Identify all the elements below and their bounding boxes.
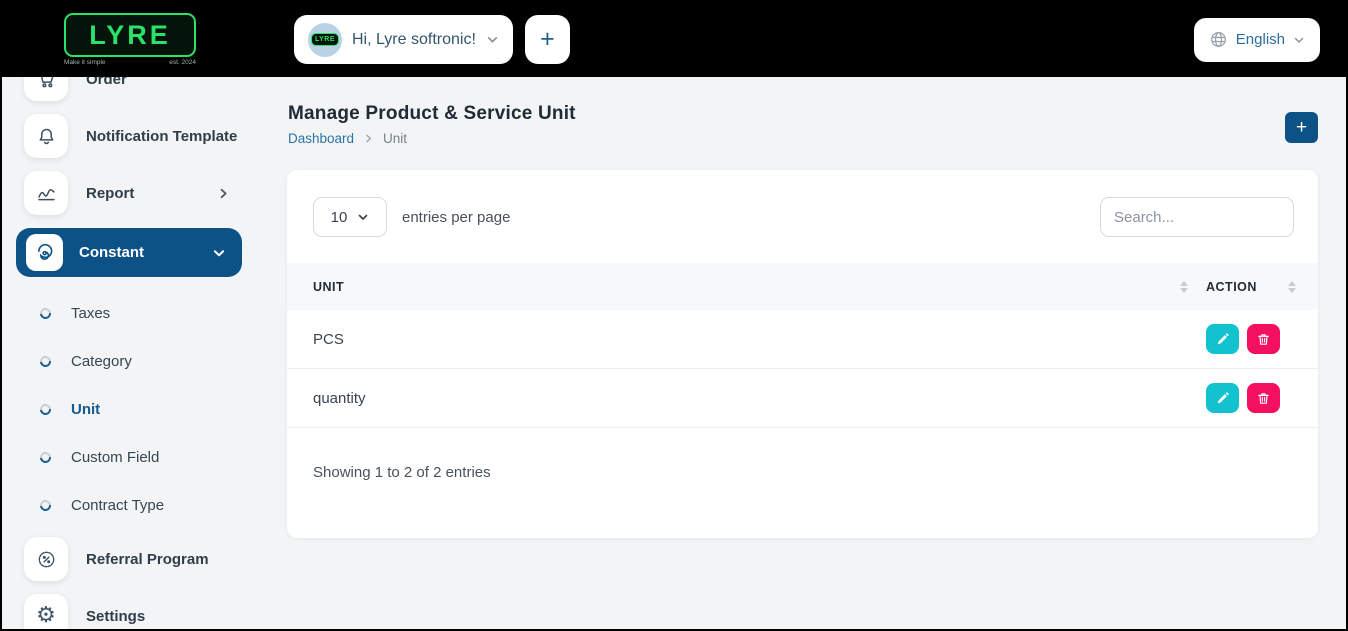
bullet-icon [38, 401, 53, 416]
constant-submenu: Taxes Category Unit Custom Field Contrac… [2, 289, 264, 529]
chevron-right-icon [217, 187, 230, 200]
chevron-down-icon [486, 33, 499, 46]
main-content: Manage Product & Service Unit Dashboard … [264, 77, 1346, 629]
sidebar-subitem-unit[interactable]: Unit [2, 385, 264, 433]
bell-icon [24, 114, 68, 158]
unit-cell: quantity [287, 390, 1206, 407]
bullet-icon [38, 305, 53, 320]
logo-box: LYRE [64, 13, 196, 57]
sidebar-item-label: Notification Template [86, 128, 237, 145]
sidebar-subitem-category[interactable]: Category [2, 337, 264, 385]
subitem-label: Custom Field [71, 449, 159, 466]
swirl-icon [26, 234, 63, 271]
action-cell [1206, 383, 1318, 413]
chevron-down-icon [1293, 34, 1305, 46]
avatar-logo-text: LYRE [311, 33, 339, 46]
app-window: LYRE Make it simple est. 2024 LYRE Hi, L… [0, 0, 1348, 631]
sidebar-item-label: Referral Program [86, 551, 209, 568]
chart-icon [24, 171, 68, 215]
sidebar-item-notification-template[interactable]: Notification Template [24, 114, 264, 158]
breadcrumb: Dashboard Unit [288, 131, 1346, 146]
add-unit-button[interactable]: + [1285, 112, 1318, 143]
chevron-down-icon [357, 211, 369, 223]
unit-cell: PCS [287, 331, 1206, 348]
quick-add-button[interactable]: + [525, 15, 570, 64]
delete-button[interactable] [1247, 383, 1280, 413]
entries-per-page-value: 10 [331, 209, 348, 226]
subitem-label: Unit [71, 401, 100, 418]
sidebar-subitem-contract-type[interactable]: Contract Type [2, 481, 264, 529]
user-menu[interactable]: LYRE Hi, Lyre softronic! [294, 15, 513, 64]
edit-button[interactable] [1206, 383, 1239, 413]
user-greeting: Hi, Lyre softronic! [352, 31, 476, 49]
sidebar-subitem-custom-field[interactable]: Custom Field [2, 433, 264, 481]
sidebar-subitem-taxes[interactable]: Taxes [2, 289, 264, 337]
pencil-icon [1215, 332, 1230, 347]
subitem-label: Taxes [71, 305, 110, 322]
entries-per-page-label: entries per page [402, 209, 510, 226]
table-controls: 10 entries per page [287, 170, 1318, 237]
breadcrumb-dashboard-link[interactable]: Dashboard [288, 131, 354, 146]
sidebar-item-label: Report [86, 185, 134, 202]
sidebar-item-constant[interactable]: Constant [16, 228, 242, 277]
subitem-label: Category [71, 353, 132, 370]
edit-button[interactable] [1206, 324, 1239, 354]
bullet-icon [38, 449, 53, 464]
language-selector[interactable]: English [1194, 18, 1320, 62]
table-info: Showing 1 to 2 of 2 entries [287, 428, 1318, 481]
sort-icon[interactable] [1180, 281, 1188, 293]
unit-column-header[interactable]: UNIT [313, 280, 344, 294]
sidebar: Order Notification Template Report [2, 77, 264, 629]
logo-tagline: Make it simple [64, 59, 106, 66]
unit-table-card: 10 entries per page UNIT ACTION [287, 170, 1318, 538]
search-input[interactable] [1100, 197, 1294, 237]
sidebar-item-label: Settings [86, 608, 145, 625]
cart-icon [24, 77, 68, 101]
gear-icon [24, 594, 68, 629]
trash-icon [1256, 391, 1271, 406]
topbar: LYRE Make it simple est. 2024 LYRE Hi, L… [2, 2, 1346, 77]
breadcrumb-separator-icon [363, 133, 374, 144]
sidebar-item-report[interactable]: Report [24, 171, 264, 215]
table-row: quantity [287, 369, 1318, 428]
bullet-icon [38, 353, 53, 368]
entries-per-page-select[interactable]: 10 [313, 197, 387, 237]
breadcrumb-current: Unit [383, 131, 407, 146]
badge-percent-icon [24, 537, 68, 581]
delete-button[interactable] [1247, 324, 1280, 354]
chevron-down-icon [212, 246, 226, 260]
subitem-label: Contract Type [71, 497, 164, 514]
action-cell [1206, 324, 1318, 354]
action-column-header-cell: ACTION [1206, 280, 1318, 294]
logo-year: est. 2024 [169, 59, 196, 66]
action-column-header[interactable]: ACTION [1206, 280, 1257, 294]
logo-text: LYRE [89, 20, 171, 51]
unit-column-header-cell: UNIT [287, 280, 1206, 294]
bullet-icon [38, 497, 53, 512]
trash-icon [1256, 332, 1271, 347]
globe-icon [1209, 30, 1228, 49]
sidebar-item-label: Constant [79, 244, 144, 261]
sidebar-item-order[interactable]: Order [24, 77, 264, 101]
table-row: PCS [287, 310, 1318, 369]
table-header: UNIT ACTION [287, 263, 1318, 310]
sidebar-item-label: Order [86, 77, 127, 88]
page-title: Manage Product & Service Unit [288, 103, 1346, 125]
sidebar-item-settings[interactable]: Settings [24, 594, 264, 629]
sidebar-item-referral-program[interactable]: Referral Program [24, 537, 264, 581]
brand-logo[interactable]: LYRE Make it simple est. 2024 [64, 13, 196, 66]
language-label: English [1236, 31, 1285, 48]
avatar: LYRE [308, 23, 342, 57]
sort-icon[interactable] [1288, 281, 1296, 293]
logo-taglines: Make it simple est. 2024 [64, 59, 196, 66]
sidebar-bottom: Referral Program Settings [2, 537, 264, 629]
pencil-icon [1215, 391, 1230, 406]
